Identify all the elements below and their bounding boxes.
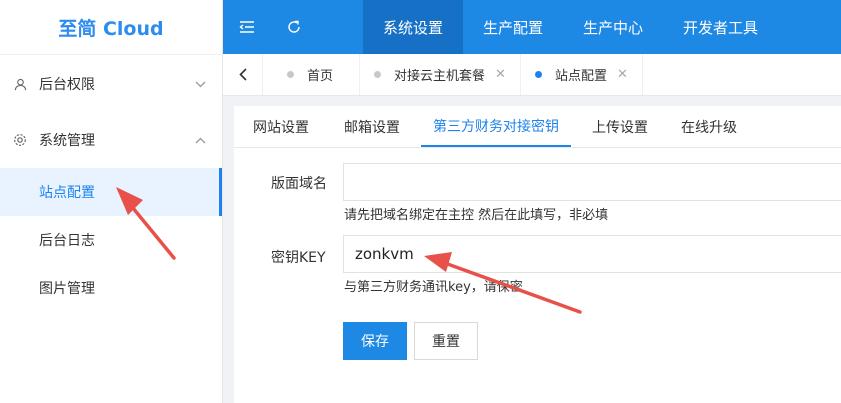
sidebar-item-site-config[interactable]: 站点配置 — [0, 168, 222, 216]
subtab-site[interactable]: 网站设置 — [241, 106, 321, 147]
key-input[interactable]: zonkvm — [343, 235, 841, 273]
key-hint: 与第三方财务通讯key，请保密 — [344, 280, 523, 295]
tab-home[interactable]: 首页 — [263, 54, 361, 95]
sidebar-item-images[interactable]: 图片管理 — [0, 264, 222, 312]
sidebar-group-system[interactable]: 系统管理 — [0, 112, 222, 168]
subtab-upgrade[interactable]: 在线升级 — [669, 106, 749, 147]
user-icon — [13, 77, 27, 91]
settings-subtabs: 网站设置 邮箱设置 第三方财务对接密钥 上传设置 在线升级 — [234, 106, 841, 148]
sidebar-item-logs[interactable]: 后台日志 — [0, 216, 222, 264]
subtab-upload[interactable]: 上传设置 — [580, 106, 660, 147]
tab-label: 首页 — [307, 69, 334, 84]
nav-production-center[interactable]: 生产中心 — [563, 0, 663, 54]
page-tabs-bar: 首页 对接云主机套餐 ✕ 站点配置 ✕ — [223, 54, 841, 96]
sidebar: 至简 Cloud 后台权限 系统管理 站点配置 后台日志 图片管理 — [0, 0, 223, 403]
tab-label: 对接云主机套餐 — [394, 69, 486, 84]
tab-dot — [287, 71, 294, 78]
chevron-up-icon — [195, 134, 206, 147]
save-button[interactable]: 保存 — [343, 322, 407, 360]
refresh-icon[interactable] — [270, 0, 317, 54]
domain-label: 版面域名 — [271, 176, 327, 192]
reset-button[interactable]: 重置 — [414, 322, 478, 360]
domain-input[interactable] — [343, 163, 841, 201]
sidebar-group-permissions[interactable]: 后台权限 — [0, 56, 222, 112]
subtab-third-party-key[interactable]: 第三方财务对接密钥 — [421, 106, 571, 147]
sidebar-group-label: 系统管理 — [39, 133, 95, 149]
tab-cloud-packages[interactable]: 对接云主机套餐 ✕ — [360, 54, 521, 95]
key-label: 密钥KEY — [271, 250, 326, 266]
close-icon[interactable]: ✕ — [495, 67, 506, 82]
chevron-left-icon[interactable] — [223, 54, 263, 95]
domain-hint: 请先把域名绑定在主控 然后在此填写，非必填 — [344, 208, 609, 223]
tab-site-config[interactable]: 站点配置 ✕ — [521, 54, 643, 95]
top-header: 系统设置 生产配置 生产中心 开发者工具 — [223, 0, 841, 54]
chevron-down-icon — [195, 78, 206, 91]
nav-production-config[interactable]: 生产配置 — [463, 0, 563, 54]
tab-dot — [374, 71, 382, 78]
app-logo: 至简 Cloud — [0, 0, 222, 55]
subtab-mail[interactable]: 邮箱设置 — [332, 106, 412, 147]
sidebar-group-label: 后台权限 — [39, 77, 95, 93]
close-icon[interactable]: ✕ — [617, 67, 628, 82]
menu-fold-icon[interactable] — [223, 0, 270, 54]
tab-label: 站点配置 — [554, 69, 607, 84]
tab-dot — [534, 71, 542, 78]
settings-card: 网站设置 邮箱设置 第三方财务对接密钥 上传设置 在线升级 版面域名 请先把域名… — [234, 106, 841, 403]
nav-system-settings[interactable]: 系统设置 — [363, 0, 464, 54]
gear-icon — [13, 133, 27, 147]
nav-developer-tools[interactable]: 开发者工具 — [663, 0, 778, 54]
